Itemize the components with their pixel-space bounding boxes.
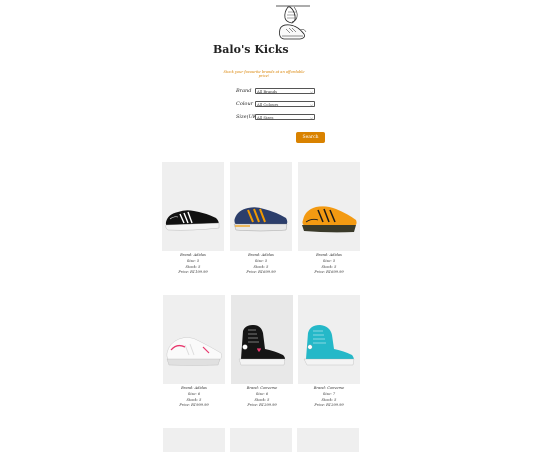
product-image-3[interactable] (298, 162, 360, 251)
size-select-value: All Sizes (257, 115, 274, 120)
product-image-4[interactable] (163, 295, 225, 384)
product-image-9[interactable] (297, 428, 359, 452)
product-info-6: Brand: Converse Size: 7 Stock: 5 Price: … (298, 386, 360, 409)
brand-label: Brand (236, 88, 252, 94)
logo-shoes-sketch (270, 4, 314, 48)
product-info-1: Brand: Adidas Size: 5 Stock: 5 Price: R1… (162, 253, 224, 276)
product-info-5: Brand: Converse Size: 6 Stock: 5 Price: … (231, 386, 293, 409)
product-image-2[interactable] (230, 162, 292, 251)
page-title: Balo's Kicks (213, 43, 289, 56)
search-button[interactable]: Search (296, 132, 325, 143)
product-price: Price: R1699.99 (246, 270, 276, 275)
brand-select-value: All Brands (257, 89, 278, 94)
product-info-4: Brand: Adidas Size: 6 Stock: 5 Price: R1… (163, 386, 225, 409)
colour-select[interactable]: All Colours ⌵ (255, 101, 315, 107)
product-image-7[interactable] (163, 428, 225, 452)
product-image-1[interactable] (162, 162, 224, 251)
product-price: Price: R1199.99 (178, 270, 208, 275)
chevron-down-icon: ⌵ (309, 89, 313, 94)
chevron-down-icon: ⌵ (309, 102, 313, 107)
product-info-3: Brand: Adidas Size: 5 Stock: 5 Price: R1… (298, 253, 360, 276)
product-image-8[interactable] (230, 428, 292, 452)
size-select[interactable]: All Sizes ⌵ (255, 114, 315, 120)
product-price: Price: R1999.99 (179, 403, 209, 408)
colour-label: Colour (236, 101, 254, 107)
colour-select-value: All Colours (257, 102, 279, 107)
product-image-6[interactable] (298, 295, 360, 384)
brand-select[interactable]: All Brands ⌵ (255, 88, 315, 94)
product-info-2: Brand: Adidas Size: 5 Stock: 5 Price: R1… (230, 253, 292, 276)
tagline: Stock your favourite brands at an afford… (223, 70, 305, 78)
product-image-5[interactable] (231, 295, 293, 384)
product-price: Price: R1299.99 (247, 403, 277, 408)
product-price: Price: R1299.99 (314, 403, 344, 408)
chevron-down-icon: ⌵ (309, 115, 313, 120)
product-price: Price: R1699.99 (314, 270, 344, 275)
